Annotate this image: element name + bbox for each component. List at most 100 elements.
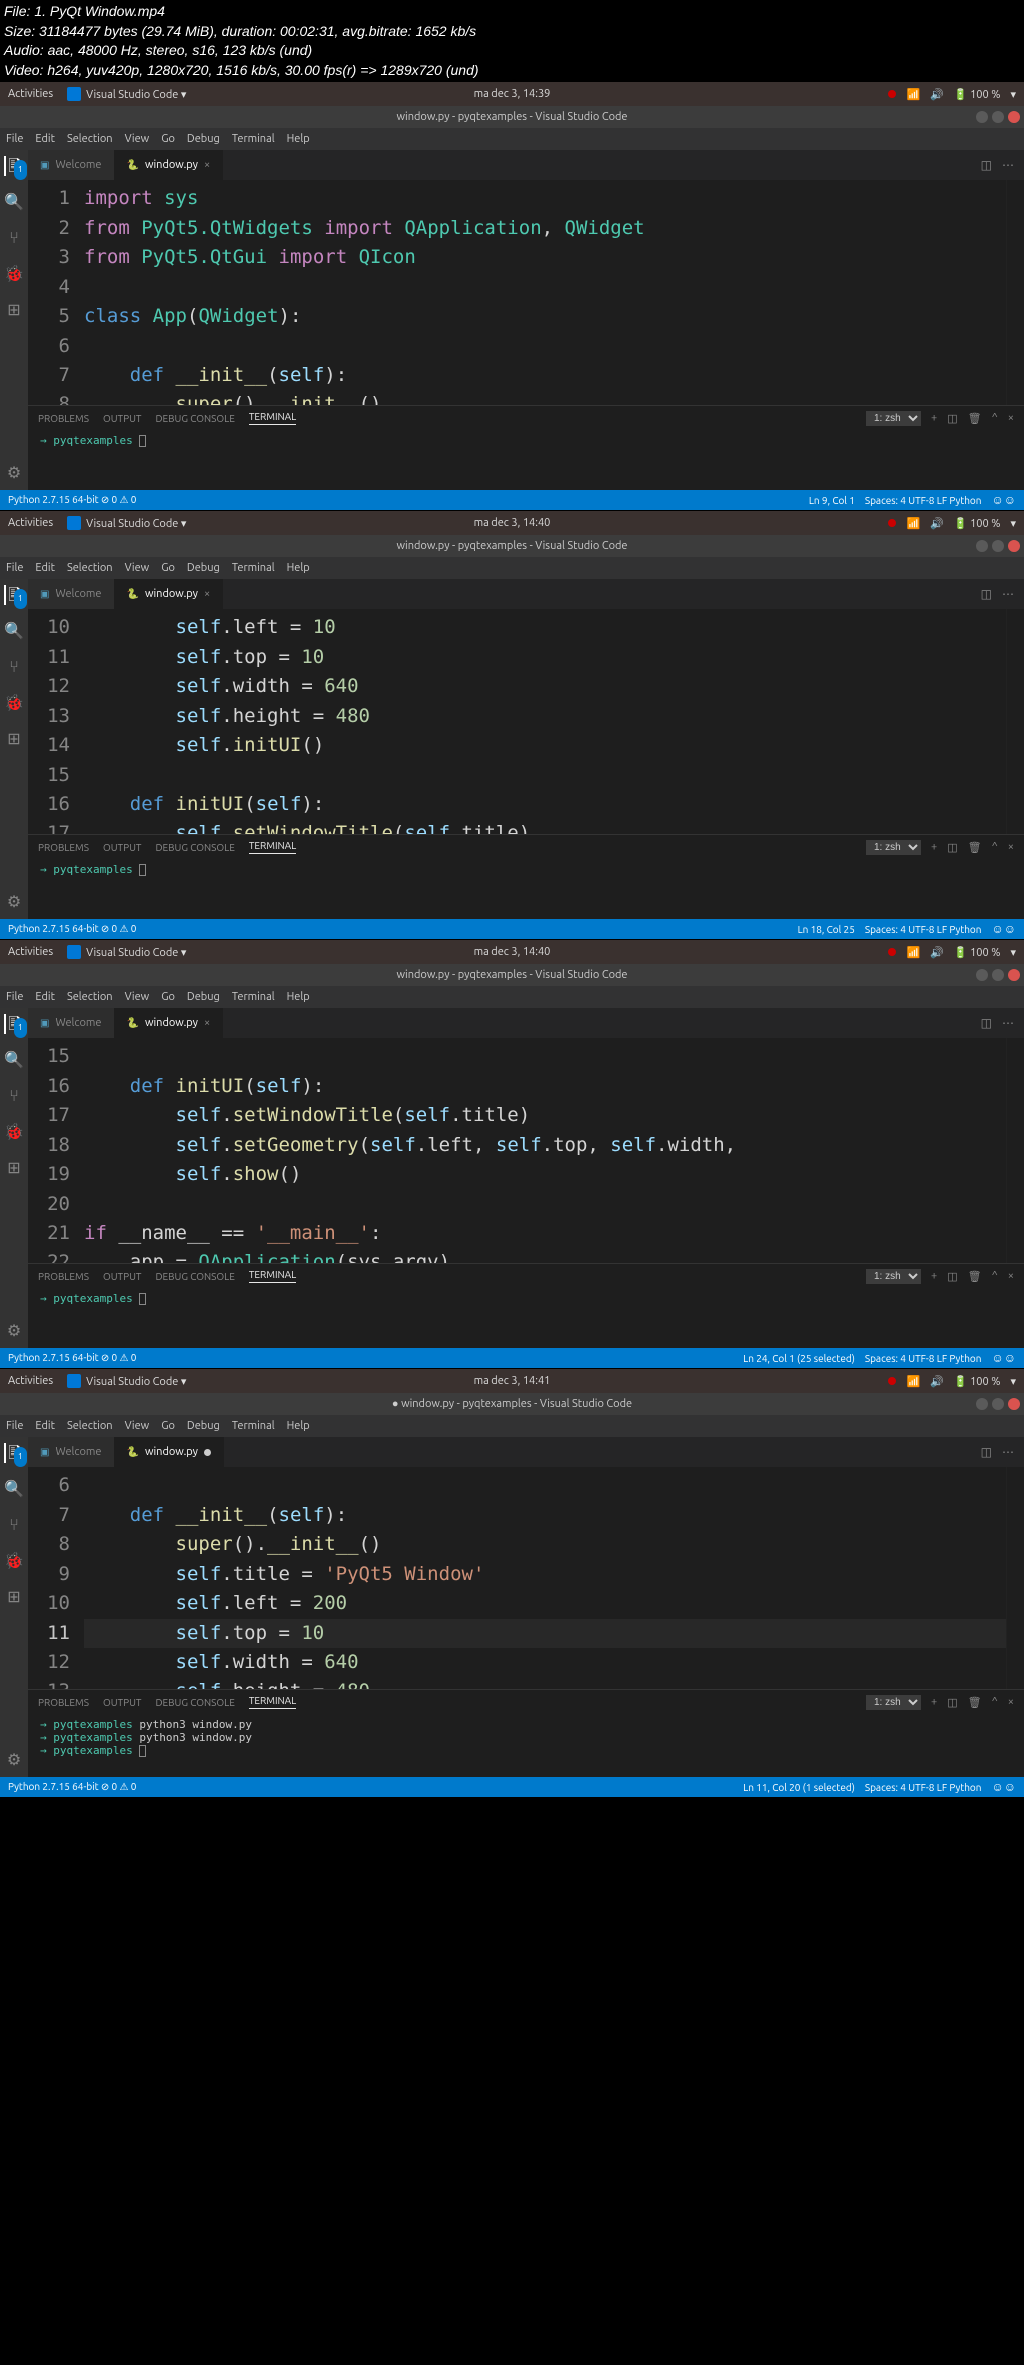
- maximize-button[interactable]: [992, 540, 1004, 552]
- more-actions-icon[interactable]: ⋯: [1002, 1016, 1014, 1030]
- code-content[interactable]: self.left = 10 self.top = 10 self.width …: [84, 609, 1006, 834]
- terminal-selector[interactable]: 1: zsh: [866, 1695, 921, 1710]
- source-control-icon[interactable]: ⑂: [4, 1086, 24, 1106]
- menu-terminal[interactable]: Terminal: [232, 133, 275, 145]
- code-editor[interactable]: 15161718192021222324 def initUI(self): s…: [28, 1038, 1024, 1263]
- cursor-position[interactable]: Ln 18, Col 25: [798, 924, 855, 935]
- split-editor-icon[interactable]: ◫: [981, 1445, 992, 1459]
- panel-tab-terminal[interactable]: TERMINAL: [249, 1695, 296, 1709]
- close-panel-icon[interactable]: ×: [1008, 1270, 1014, 1282]
- menu-selection[interactable]: Selection: [67, 991, 113, 1003]
- panel-tab-terminal[interactable]: TERMINAL: [249, 840, 296, 854]
- system-tray[interactable]: 📶 🔊 🔋 100 % ▾: [888, 1375, 1016, 1388]
- debug-icon[interactable]: 🐞: [4, 1122, 24, 1142]
- source-control-icon[interactable]: ⑂: [4, 228, 24, 248]
- feedback-icon[interactable]: ☺☺: [991, 493, 1016, 507]
- menu-edit[interactable]: Edit: [35, 1420, 55, 1432]
- app-menu[interactable]: Visual Studio Code ▾: [67, 1374, 186, 1388]
- minimap[interactable]: [1006, 1038, 1024, 1263]
- python-interpreter[interactable]: Python 2.7.15 64-bit ⊘ 0 ⚠ 0: [8, 1352, 136, 1364]
- explorer-icon[interactable]: 🗎1: [4, 156, 24, 176]
- extensions-icon[interactable]: ⊞: [4, 1158, 24, 1178]
- code-content[interactable]: def __init__(self): super().__init__() s…: [84, 1467, 1006, 1689]
- terminal-selector[interactable]: 1: zsh: [866, 1269, 921, 1284]
- tab-welcome[interactable]: ▣Welcome: [28, 150, 115, 180]
- search-icon[interactable]: 🔍: [4, 192, 24, 212]
- search-icon[interactable]: 🔍: [4, 621, 24, 641]
- search-icon[interactable]: 🔍: [4, 1050, 24, 1070]
- more-actions-icon[interactable]: ⋯: [1002, 158, 1014, 172]
- menu-view[interactable]: View: [125, 991, 150, 1003]
- code-content[interactable]: def initUI(self): self.setWindowTitle(se…: [84, 1038, 1006, 1263]
- split-terminal-icon[interactable]: ◫: [947, 412, 957, 425]
- tab-window-py[interactable]: 🐍window.py: [115, 1437, 224, 1467]
- split-terminal-icon[interactable]: ◫: [947, 841, 957, 854]
- split-terminal-icon[interactable]: ◫: [947, 1270, 957, 1283]
- menu-debug[interactable]: Debug: [187, 991, 220, 1003]
- app-menu[interactable]: Visual Studio Code ▾: [67, 945, 186, 959]
- menu-file[interactable]: File: [6, 1420, 23, 1432]
- minimap[interactable]: [1006, 1467, 1024, 1689]
- feedback-icon[interactable]: ☺☺: [991, 1351, 1016, 1365]
- new-terminal-icon[interactable]: +: [931, 1696, 937, 1708]
- terminal[interactable]: → pyqtexamples: [28, 430, 1024, 490]
- close-button[interactable]: [1008, 540, 1020, 552]
- menu-file[interactable]: File: [6, 562, 23, 574]
- more-actions-icon[interactable]: ⋯: [1002, 587, 1014, 601]
- menu-selection[interactable]: Selection: [67, 1420, 113, 1432]
- app-menu[interactable]: Visual Studio Code ▾: [67, 87, 186, 101]
- menu-go[interactable]: Go: [161, 991, 175, 1003]
- menu-terminal[interactable]: Terminal: [232, 991, 275, 1003]
- menu-selection[interactable]: Selection: [67, 562, 113, 574]
- explorer-icon[interactable]: 🗎1: [4, 585, 24, 605]
- status-indent[interactable]: Spaces: 4 UTF-8 LF Python: [865, 1782, 982, 1793]
- split-terminal-icon[interactable]: ◫: [947, 1696, 957, 1709]
- maximize-button[interactable]: [992, 111, 1004, 123]
- minimap[interactable]: [1006, 609, 1024, 834]
- kill-terminal-icon[interactable]: 🗑: [968, 1270, 982, 1283]
- close-button[interactable]: [1008, 111, 1020, 123]
- cursor-position[interactable]: Ln 11, Col 20 (1 selected): [743, 1782, 855, 1793]
- extensions-icon[interactable]: ⊞: [4, 1587, 24, 1607]
- tab-welcome[interactable]: ▣Welcome: [28, 1437, 115, 1467]
- panel-tab-output[interactable]: OUTPUT: [103, 1697, 142, 1708]
- tab-window-py[interactable]: 🐍window.py ×: [115, 579, 224, 609]
- debug-icon[interactable]: 🐞: [4, 1551, 24, 1571]
- panel-tab-debug-console[interactable]: DEBUG CONSOLE: [155, 1697, 234, 1708]
- activities-button[interactable]: Activities: [8, 1375, 53, 1387]
- gear-icon[interactable]: ⚙: [7, 1321, 21, 1340]
- maximize-panel-icon[interactable]: ^: [992, 412, 998, 424]
- feedback-icon[interactable]: ☺☺: [991, 1780, 1016, 1794]
- close-button[interactable]: [1008, 969, 1020, 981]
- code-editor[interactable]: 678910111213141516 def __init__(self): s…: [28, 1467, 1024, 1689]
- menu-help[interactable]: Help: [287, 562, 310, 574]
- extensions-icon[interactable]: ⊞: [4, 729, 24, 749]
- activities-button[interactable]: Activities: [8, 946, 53, 958]
- tab-window-py[interactable]: 🐍window.py ×: [115, 150, 224, 180]
- close-icon[interactable]: ×: [204, 1017, 210, 1029]
- cursor-position[interactable]: Ln 24, Col 1 (25 selected): [743, 1353, 855, 1364]
- python-interpreter[interactable]: Python 2.7.15 64-bit ⊘ 0 ⚠ 0: [8, 1781, 136, 1793]
- close-button[interactable]: [1008, 1398, 1020, 1410]
- panel-tab-output[interactable]: OUTPUT: [103, 1271, 142, 1282]
- panel-tab-debug-console[interactable]: DEBUG CONSOLE: [155, 842, 234, 853]
- panel-tab-terminal[interactable]: TERMINAL: [249, 411, 296, 425]
- menu-debug[interactable]: Debug: [187, 133, 220, 145]
- tab-welcome[interactable]: ▣Welcome: [28, 579, 115, 609]
- menu-file[interactable]: File: [6, 133, 23, 145]
- explorer-icon[interactable]: 🗎1: [4, 1014, 24, 1034]
- minimap[interactable]: [1006, 180, 1024, 405]
- menu-help[interactable]: Help: [287, 1420, 310, 1432]
- system-tray[interactable]: 📶 🔊 🔋 100 % ▾: [888, 517, 1016, 530]
- menu-view[interactable]: View: [125, 562, 150, 574]
- maximize-panel-icon[interactable]: ^: [992, 1696, 998, 1708]
- minimize-button[interactable]: [976, 111, 988, 123]
- maximize-panel-icon[interactable]: ^: [992, 841, 998, 853]
- minimize-button[interactable]: [976, 1398, 988, 1410]
- panel-tab-debug-console[interactable]: DEBUG CONSOLE: [155, 1271, 234, 1282]
- gear-icon[interactable]: ⚙: [7, 463, 21, 482]
- panel-tab-output[interactable]: OUTPUT: [103, 842, 142, 853]
- kill-terminal-icon[interactable]: 🗑: [968, 1696, 982, 1709]
- maximize-button[interactable]: [992, 969, 1004, 981]
- python-interpreter[interactable]: Python 2.7.15 64-bit ⊘ 0 ⚠ 0: [8, 494, 136, 506]
